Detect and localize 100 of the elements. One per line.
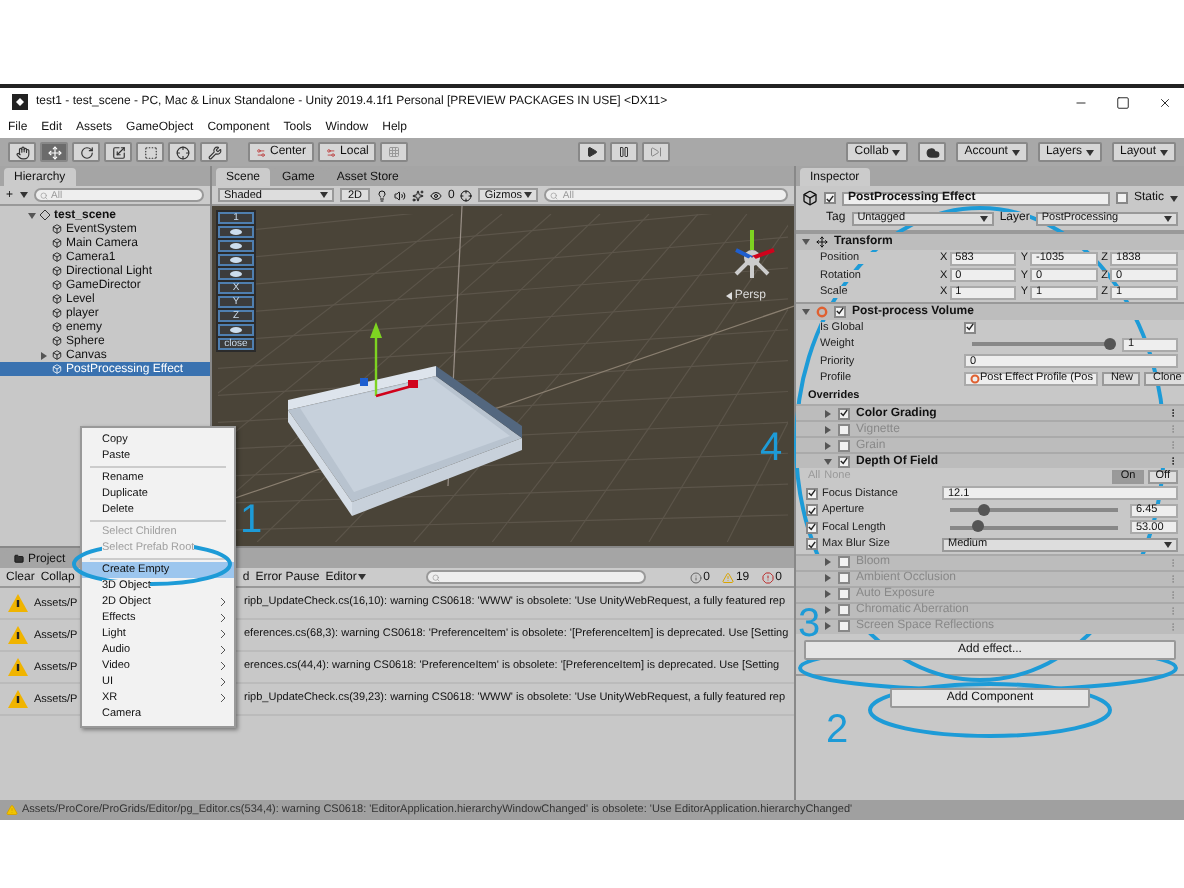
cube-icon [52, 364, 62, 374]
search-icon [432, 573, 441, 581]
caret-icon [524, 192, 533, 198]
rotate-icon [79, 145, 93, 159]
slider-track[interactable] [972, 342, 1110, 347]
close-icon[interactable] [1158, 95, 1172, 109]
search-icon [550, 191, 559, 199]
expanded-arrow-icon[interactable] [802, 307, 810, 315]
slider-track[interactable] [950, 525, 1118, 530]
overlay-button[interactable] [218, 240, 254, 252]
overlay-button[interactable] [218, 324, 254, 336]
move-arrows-icon [47, 145, 61, 159]
overlay-button[interactable] [218, 254, 254, 266]
grid-icon [388, 146, 401, 158]
cube-icon [52, 308, 62, 318]
tool-button[interactable] [168, 142, 196, 162]
crosshair-icon[interactable] [460, 189, 473, 201]
effect-checkbox[interactable] [838, 556, 850, 568]
warning-icon [6, 804, 18, 816]
warning-icon [8, 626, 28, 644]
effect-checkbox[interactable] [838, 588, 850, 600]
annotation-number: 1 [240, 500, 263, 540]
cube-icon [52, 252, 62, 262]
checkbox[interactable] [964, 321, 976, 334]
slider-thumb[interactable] [1104, 337, 1116, 350]
effect-checkbox[interactable] [838, 455, 850, 467]
override-checkbox[interactable] [806, 521, 818, 534]
crosshair-icon [175, 145, 189, 159]
static-checkbox[interactable] [1115, 192, 1128, 204]
maximize-icon[interactable] [1116, 95, 1130, 109]
effect-checkbox[interactable] [838, 423, 850, 435]
search-field[interactable] [426, 570, 647, 584]
search-icon [39, 191, 48, 199]
collapsed-arrow-icon[interactable] [824, 441, 832, 449]
warning-icon [721, 571, 734, 583]
cube-icon [52, 322, 62, 332]
ring-icon [970, 373, 980, 384]
cloud-button[interactable] [918, 142, 947, 162]
speaker-icon[interactable] [394, 189, 407, 201]
effect-checkbox[interactable] [838, 572, 850, 584]
effect-checkbox[interactable] [838, 439, 850, 451]
tool-button[interactable] [200, 142, 228, 162]
override-checkbox[interactable] [806, 504, 818, 517]
folder-icon [14, 554, 24, 564]
dashed-square-icon [143, 145, 157, 159]
override-checkbox[interactable] [806, 538, 818, 551]
component-checkbox[interactable] [834, 305, 846, 317]
orientation-gizmo[interactable] [734, 230, 775, 280]
tool-button[interactable] [40, 142, 68, 162]
cloud-icon [925, 145, 940, 159]
eye-icon [228, 326, 244, 334]
caret-icon [358, 574, 367, 580]
expanded-arrow-icon[interactable] [824, 457, 832, 465]
tool-button[interactable] [72, 142, 100, 162]
pause-button[interactable] [610, 142, 639, 162]
collapsed-arrow-icon[interactable] [824, 574, 832, 582]
slider-thumb[interactable] [972, 520, 985, 533]
sparkles-icon[interactable] [412, 189, 425, 201]
diamond-icon [40, 210, 50, 220]
collapsed-arrow-icon[interactable] [824, 425, 832, 433]
collapsed-arrow-icon[interactable] [40, 351, 48, 359]
cube-icon [52, 294, 62, 304]
step-icon [650, 146, 663, 158]
warning-icon [8, 690, 28, 708]
effect-checkbox[interactable] [838, 407, 850, 419]
move-gizmo[interactable] [360, 322, 418, 398]
caret-icon [1011, 149, 1020, 155]
eye-icon[interactable] [430, 189, 443, 201]
tool-button[interactable] [104, 142, 132, 162]
cube-icon [52, 238, 62, 248]
collapsed-arrow-icon[interactable] [824, 606, 832, 614]
effect-checkbox[interactable] [838, 604, 850, 616]
collapsed-arrow-icon[interactable] [824, 409, 832, 417]
caret-icon [1164, 541, 1172, 548]
caret-icon [1170, 195, 1178, 201]
tool-button[interactable] [8, 142, 36, 162]
pivot-icon [256, 147, 266, 157]
expanded-arrow-icon[interactable] [28, 211, 36, 219]
caret-icon [1085, 149, 1094, 155]
override-checkbox[interactable] [806, 487, 818, 500]
cube-icon [52, 266, 62, 276]
slider-track[interactable] [950, 508, 1118, 513]
slider-thumb[interactable] [977, 503, 990, 516]
pivot-icon [326, 147, 337, 157]
annotation-number: 4 [760, 428, 783, 468]
overlay-button[interactable] [218, 226, 254, 238]
lightbulb-icon[interactable] [376, 189, 389, 201]
collapsed-arrow-icon[interactable] [824, 590, 832, 598]
cube-icon [52, 280, 62, 290]
expanded-arrow-icon[interactable] [802, 238, 810, 246]
play-button[interactable] [578, 142, 607, 162]
caret-icon [1164, 215, 1173, 221]
effect-checkbox[interactable] [838, 620, 850, 632]
active-checkbox[interactable] [824, 192, 836, 204]
app-logo-icon [12, 94, 28, 110]
cube-icon [52, 350, 62, 360]
overlay-button[interactable] [218, 268, 254, 280]
collapsed-arrow-icon[interactable] [824, 622, 832, 630]
grid-button[interactable] [380, 142, 409, 162]
collapsed-arrow-icon[interactable] [824, 558, 832, 566]
